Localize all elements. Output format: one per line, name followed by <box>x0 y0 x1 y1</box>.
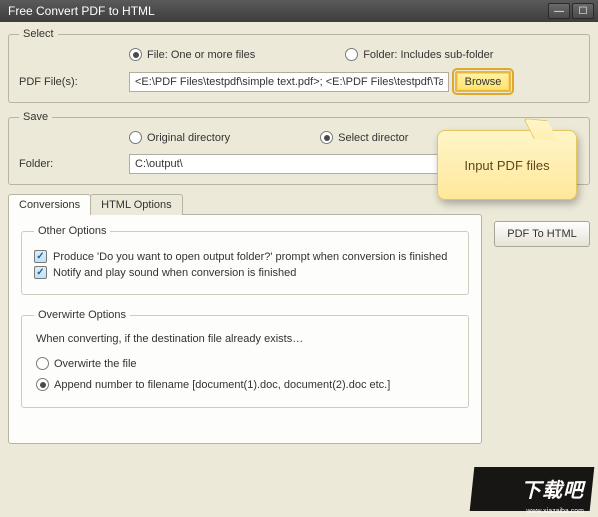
callout-tooltip: Input PDF files <box>437 130 577 200</box>
other-options-group: Other Options Produce 'Do you want to op… <box>21 225 469 295</box>
checkbox-icon <box>34 250 47 263</box>
other-options-legend: Other Options <box>34 225 110 237</box>
notify-checkbox[interactable]: Notify and play sound when conversion is… <box>34 266 456 279</box>
prompt-checkbox[interactable]: Produce 'Do you want to open output fold… <box>34 250 456 263</box>
pdf-files-label: PDF File(s): <box>19 76 129 88</box>
original-directory-label: Original directory <box>147 132 230 144</box>
browse-button[interactable]: Browse <box>455 71 511 92</box>
folder-label: Folder: <box>19 158 129 170</box>
watermark-url: www.xiazaiba.com <box>526 508 584 515</box>
notify-checkbox-label: Notify and play sound when conversion is… <box>53 267 296 279</box>
tab-html-options[interactable]: HTML Options <box>90 194 183 215</box>
overwrite-desc: When converting, if the destination file… <box>36 333 456 345</box>
overwrite-file-label: Overwirte the file <box>54 358 137 370</box>
checkbox-icon <box>34 266 47 279</box>
window-title: Free Convert PDF to HTML <box>8 4 548 18</box>
watermark: 下载吧 www.xiazaiba.com <box>448 447 598 517</box>
append-number-radio[interactable]: Append number to filename [document(1).d… <box>36 378 390 391</box>
radio-dot-icon <box>36 357 49 370</box>
original-directory-radio[interactable]: Original directory <box>129 131 230 144</box>
overwrite-file-radio[interactable]: Overwirte the file <box>36 357 137 370</box>
close-button[interactable]: ☐ <box>572 3 594 19</box>
prompt-checkbox-label: Produce 'Do you want to open output fold… <box>53 251 447 263</box>
radio-dot-icon <box>129 48 142 61</box>
content-area: Select File: One or more files Folder: I… <box>0 22 598 517</box>
select-directory-label: Select director <box>338 132 408 144</box>
radio-dot-icon <box>36 378 49 391</box>
tab-conversions[interactable]: Conversions <box>8 194 91 215</box>
pdf-to-html-button[interactable]: PDF To HTML <box>494 221 590 247</box>
file-radio[interactable]: File: One or more files <box>129 48 255 61</box>
pdf-files-input[interactable] <box>129 72 449 92</box>
titlebar: Free Convert PDF to HTML — ☐ <box>0 0 598 22</box>
tab-panel-conversions: Other Options Produce 'Do you want to op… <box>8 214 482 444</box>
save-legend: Save <box>19 111 52 123</box>
folder-radio[interactable]: Folder: Includes sub-folder <box>345 48 493 61</box>
folder-radio-label: Folder: Includes sub-folder <box>363 49 493 61</box>
radio-dot-icon <box>129 131 142 144</box>
tabstrip: Conversions HTML Options <box>8 194 482 215</box>
minimize-button[interactable]: — <box>548 3 570 19</box>
file-radio-label: File: One or more files <box>147 49 255 61</box>
radio-dot-icon <box>345 48 358 61</box>
folder-input[interactable] <box>129 154 447 174</box>
callout-text: Input PDF files <box>464 158 549 173</box>
overwrite-options-group: Overwirte Options When converting, if th… <box>21 309 469 408</box>
append-number-label: Append number to filename [document(1).d… <box>54 379 390 391</box>
radio-dot-icon <box>320 131 333 144</box>
overwrite-options-legend: Overwirte Options <box>34 309 130 321</box>
select-legend: Select <box>19 28 58 40</box>
select-group: Select File: One or more files Folder: I… <box>8 28 590 103</box>
watermark-brand: 下载吧 <box>521 474 584 503</box>
select-directory-radio[interactable]: Select director <box>320 131 408 144</box>
